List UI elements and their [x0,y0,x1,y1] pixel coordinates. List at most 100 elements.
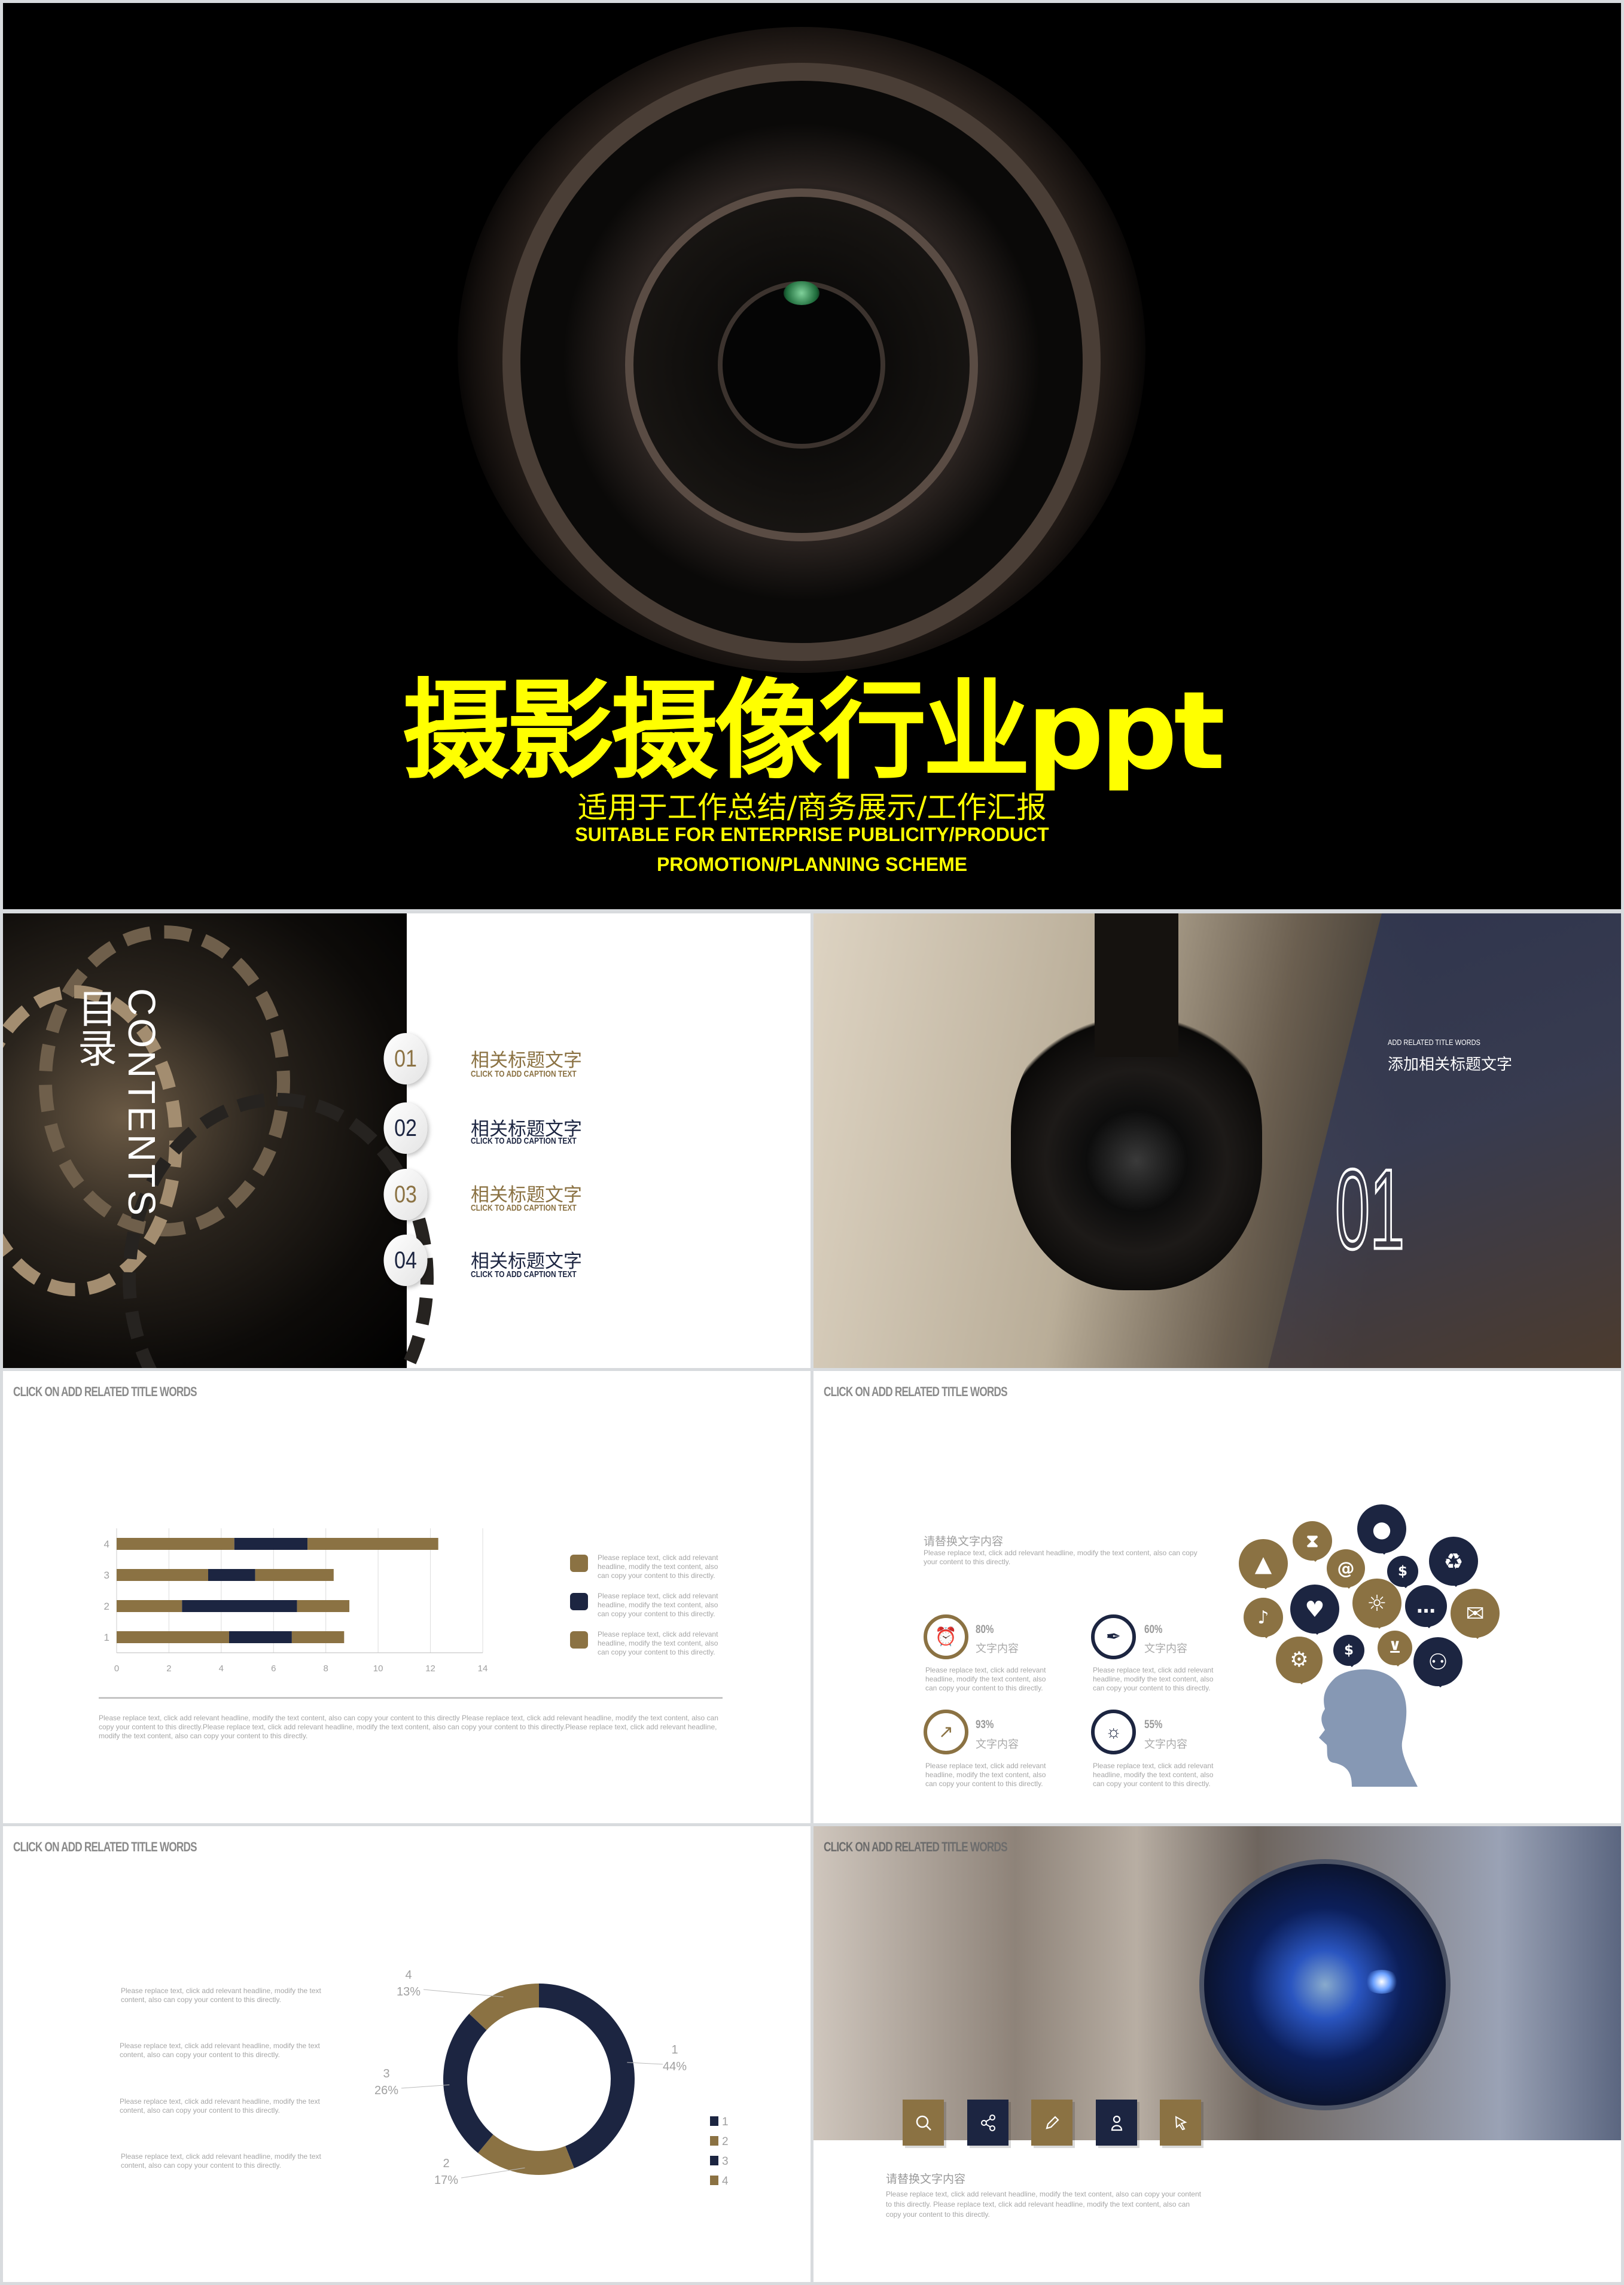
donut-slice [539,1984,635,2168]
user-button[interactable] [1096,2100,1137,2146]
bar-segment [228,1631,292,1643]
graduation-cap-icon: ▲ [1239,1539,1288,1589]
stat-text-2: Please replace text, click add relevant … [1093,1666,1214,1692]
stat-label-3: 文字内容 [976,1738,1019,1750]
section-title: 添加相关标题文字 [1388,1056,1513,1074]
stat-label-2: 文字内容 [1144,1643,1187,1655]
at-sign-icon: @ [1327,1549,1365,1589]
user-icon [1111,2115,1122,2131]
lightbulb-icon: ☼ [1091,1710,1136,1754]
category-label: 4 [104,1538,109,1550]
x-tick-label: 12 [425,1664,435,1674]
pen-nib-icon: ✒ [1091,1614,1136,1659]
bar-segment [182,1600,297,1612]
stat-value-1: 80% [976,1623,994,1636]
music-icon: ♪ [1244,1598,1283,1638]
info-intro: Please replace text, click add relevant … [924,1549,1198,1566]
pencil-icon [1045,2115,1059,2129]
x-tick-label: 4 [219,1664,224,1674]
item-number-03: 03 [383,1169,428,1220]
item-number-01: 01 [383,1033,428,1084]
bar-segment [234,1538,308,1550]
leader-line [401,2084,450,2089]
title-slide[interactable]: 摄影摄像行业ppt 适用于工作总结/商务展示/工作汇报 SUITABLE FOR… [3,3,1621,909]
legend-swatch [710,2156,718,2165]
item-title-01[interactable]: 相关标题文字 [471,1045,582,1072]
x-tick-label: 14 [478,1664,488,1674]
bar-segment [117,1631,229,1643]
legend-label: 1 [722,2116,729,2128]
alarm-clock-icon: ⏰ [924,1614,968,1659]
leader-line [461,2167,525,2179]
donut-slice [478,2134,574,2175]
dollar-icon: $ [1333,1635,1364,1667]
infographic-slide[interactable]: CLICK ON ADD RELATED TITLE WORDS 请替换文字内容… [813,1371,1621,1823]
item-caption-02: CLICK TO ADD CAPTION TEXT [471,1136,577,1146]
x-tick-label: 10 [373,1664,383,1674]
category-label: 3 [104,1570,109,1581]
contents-heading-en: CONTENTS [120,988,163,1218]
photo-slide[interactable]: CLICK ON ADD RELATED TITLE WORDS 请替换文字内容… [813,1826,1621,2282]
x-tick-label: 6 [271,1664,276,1674]
slice-percent-label: 17% [434,2174,458,2187]
slide-title: CLICK ON ADD RELATED TITLE WORDS [824,1839,1008,1854]
x-tick-label: 8 [324,1664,328,1674]
film-reel-photo [3,913,434,1368]
contents-heading-cn: 目录 [71,988,117,1067]
legend-label: 4 [722,2175,729,2187]
search-icon [916,2115,931,2131]
donut-chart-slide[interactable]: CLICK ON ADD RELATED TITLE WORDS Please … [3,1826,811,2282]
piggy-bank-icon: ● [1357,1504,1406,1555]
photo-heading: 请替换文字内容 [886,2173,966,2186]
heart-icon: ♥ [1290,1585,1339,1635]
stacked-bar-chart: 0 2 4 6 8 10 12 141234 [104,1528,488,1674]
subtitle-en-line2: PROMOTION/PLANNING SCHEME [656,854,968,875]
x-tick-label: 2 [166,1664,171,1674]
bar-segment [208,1569,255,1581]
dollar-icon: $ [1387,1556,1418,1588]
legend-swatch [710,2116,718,2126]
legend-label: 3 [722,2155,729,2168]
slice-percent-label: 26% [374,2084,398,2097]
slice-percent-label: 13% [397,1985,421,1998]
legend-swatch-1 [570,1555,588,1572]
stat-text-1: Please replace text, click add relevant … [925,1666,1046,1692]
item-caption-04: CLICK TO ADD CAPTION TEXT [471,1269,577,1279]
category-label: 1 [104,1632,109,1643]
legend-label: 2 [722,2135,729,2148]
bar-segment [291,1631,345,1643]
section-small-label: ADD RELATED TITLE WORDS [1388,1038,1480,1047]
slide-title: CLICK ON ADD RELATED TITLE WORDS [824,1384,1008,1399]
bar-chart-slide[interactable]: CLICK ON ADD RELATED TITLE WORDS 0 2 4 6 8 10… [3,1371,811,1823]
contents-slide[interactable]: 目录 CONTENTS 01 相关标题文字 CLICK TO ADD CAPTI… [3,913,811,1368]
stat-label-1: 文字内容 [976,1643,1019,1655]
hourglass-icon: ⧗ [1293,1521,1332,1562]
body-paragraph: Please replace text, click add relevant … [99,1714,718,1740]
x-tick-label: 0 [114,1664,119,1674]
donut-slice [443,2013,493,2153]
leader-line [423,1989,504,1997]
section-slide[interactable]: ADD RELATED TITLE WORDS 添加相关标题文字 01 [813,913,1621,1368]
legend-swatch [710,2176,718,2185]
divider [99,1697,723,1699]
camera-handle [1095,913,1178,1057]
legend-text-3: Please replace text, click add relevant … [598,1630,718,1656]
item-number-02: 02 [383,1102,428,1154]
recycle-icon: ♻ [1429,1537,1478,1587]
cursor-button[interactable] [1160,2100,1201,2146]
info-heading: 请替换文字内容 [924,1535,1004,1548]
slice-category-label: 4 [405,1969,412,1982]
slice-percent-label: 44% [663,2060,687,2073]
search-button[interactable] [903,2100,944,2146]
photo-paragraph: Please replace text, click add relevant … [886,2190,1201,2219]
share-button[interactable] [967,2100,1008,2146]
stat-label-4: 文字内容 [1144,1738,1187,1750]
legend-swatch-2 [570,1593,588,1610]
mail-icon: ✉ [1451,1589,1500,1639]
head-silhouette [1319,1669,1418,1787]
edit-button[interactable] [1031,2100,1072,2146]
legend-text-1: Please replace text, click add relevant … [598,1553,718,1580]
legend-text-2: Please replace text, click add relevant … [598,1592,718,1618]
item-number-04: 04 [383,1235,428,1286]
slice-category-label: 2 [443,2157,449,2170]
